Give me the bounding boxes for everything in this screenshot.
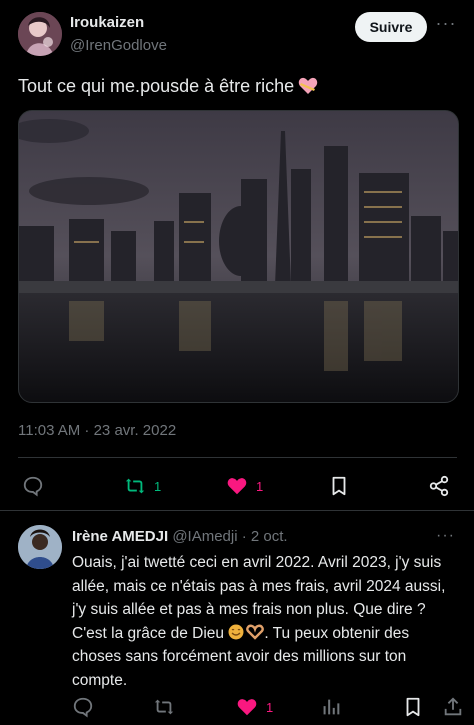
share-button[interactable] [428, 470, 450, 502]
reply-date[interactable]: 2 oct. [251, 528, 288, 545]
reply-icon [73, 697, 93, 718]
share-button[interactable] [442, 691, 464, 723]
share-icon [444, 697, 462, 716]
bookmark-button[interactable] [328, 470, 350, 502]
heart-hands-emoji-icon [246, 624, 265, 640]
retweet-icon [154, 699, 174, 715]
retweet-icon [125, 478, 145, 494]
like-icon [237, 699, 257, 716]
more-options-icon[interactable]: ··· [434, 14, 458, 38]
more-options-icon[interactable]: ··· [436, 527, 460, 545]
reply-actions: 1 [0, 691, 474, 721]
retweet-count: 1 [154, 478, 162, 494]
reply-text: Ouais, j'ai twetté ceci en avril 2022. A… [72, 551, 457, 692]
separator-dot: · [241, 528, 247, 545]
like-button[interactable]: 1 [226, 470, 263, 502]
tweet-timestamp[interactable]: 11:03 AM · 23 avr. 2022 [18, 422, 176, 439]
smiling-face-emoji-icon [228, 624, 246, 640]
like-count: 1 [266, 699, 274, 715]
reply-author-handle[interactable]: @IAmedji [172, 528, 237, 545]
views-icon [323, 699, 340, 715]
reply-button[interactable] [22, 470, 44, 502]
author-handle[interactable]: @IrenGodlove [70, 37, 167, 54]
heart-with-ribbon-emoji-icon [298, 77, 318, 95]
bookmark-icon [406, 697, 420, 717]
reply-author-name[interactable]: Irène AMEDJI [72, 528, 168, 545]
reply-icon [23, 476, 43, 497]
tweet-actions: 1 1 [0, 470, 474, 502]
reply-header: Irène AMEDJI @IAmedji · 2 oct. [72, 528, 288, 545]
tweet-text: Tout ce qui me.pousde à être riche [18, 76, 318, 97]
like-count: 1 [256, 478, 264, 494]
bookmark-button[interactable] [402, 691, 424, 723]
reply-button[interactable] [72, 691, 94, 723]
reply-tweet: Irène AMEDJI @IAmedji · 2 oct. ··· Ouais… [0, 510, 474, 725]
like-icon [227, 478, 247, 495]
share-icon [429, 475, 449, 497]
tweet-text-content: Tout ce qui me.pousde à être riche [18, 76, 295, 96]
follow-button[interactable]: Suivre [355, 12, 427, 42]
like-button[interactable]: 1 [236, 691, 273, 723]
reply-author-avatar[interactable] [18, 525, 62, 569]
retweet-button[interactable] [153, 691, 175, 723]
views-button[interactable] [320, 691, 342, 723]
divider [18, 457, 457, 458]
retweet-button[interactable]: 1 [124, 470, 161, 502]
author-avatar[interactable] [18, 12, 62, 56]
author-name[interactable]: Iroukaizen [70, 14, 144, 31]
tweet-photo-city-skyline[interactable] [18, 110, 459, 403]
bookmark-icon [332, 476, 346, 496]
